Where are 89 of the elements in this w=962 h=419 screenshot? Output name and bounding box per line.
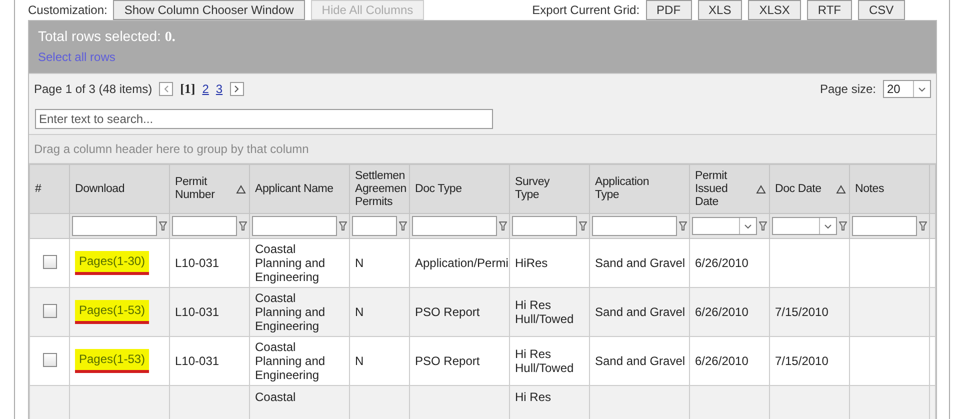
table-cell: 6/26/2010: [695, 256, 748, 270]
row-checkbox[interactable]: [42, 352, 56, 366]
filter-icon[interactable]: [159, 221, 167, 231]
filter-icon[interactable]: [839, 221, 847, 231]
row-checkbox[interactable]: [42, 254, 56, 268]
filter-icon[interactable]: [499, 221, 507, 231]
date-filter-field[interactable]: [692, 217, 757, 235]
filter-field[interactable]: [852, 216, 917, 236]
page-link[interactable]: 2: [202, 82, 209, 96]
filter-field[interactable]: [352, 216, 397, 236]
export-button[interactable]: XLS: [698, 0, 742, 20]
filter-icon[interactable]: [919, 221, 927, 231]
dropdown-caret-icon: [824, 224, 832, 228]
filter-icon[interactable]: [759, 221, 767, 231]
column-header[interactable]: Notes: [850, 164, 930, 214]
dropdown-caret-icon: [918, 86, 926, 92]
download-link[interactable]: Pages(1-53): [75, 349, 150, 373]
table-cell: Sand and Gravel: [595, 354, 686, 368]
filter-icon[interactable]: [239, 221, 247, 231]
table-cell: 6/26/2010: [695, 305, 748, 319]
column-header[interactable]: Doc Date: [770, 164, 850, 214]
row-checkbox[interactable]: [42, 304, 56, 318]
table-cell: Hi Res Hull/Towed: [515, 298, 574, 326]
table-cell: N: [355, 305, 364, 319]
column-header[interactable]: Survey Type: [510, 164, 590, 214]
table-cell: PSO Report: [415, 305, 480, 319]
export-button[interactable]: XLSX: [748, 0, 801, 20]
selection-count: Total rows selected: 0.: [38, 28, 176, 46]
page-size-select[interactable]: 20: [883, 80, 931, 98]
export-button[interactable]: PDF: [646, 0, 692, 20]
date-filter-field[interactable]: [772, 217, 837, 235]
previous-page-button[interactable]: [159, 82, 174, 96]
page-link[interactable]: [1]: [180, 81, 196, 97]
sort-ascending-icon[interactable]: [756, 184, 766, 194]
column-header[interactable]: Application Type: [590, 164, 690, 214]
page-size-label: Page size:: [820, 82, 876, 96]
page-link[interactable]: 3: [216, 82, 223, 96]
export-label: Export Current Grid:: [532, 3, 640, 17]
table-cell: Coastal Planning and Engineering: [255, 291, 326, 333]
table-cell: Coastal: [255, 390, 296, 404]
table-cell: Coastal Planning and Engineering: [255, 340, 326, 382]
export-button[interactable]: RTF: [806, 0, 852, 20]
table-cell: PSO Report: [415, 354, 480, 368]
table-cell: 7/15/2010: [775, 354, 828, 368]
table-cell: N: [355, 354, 364, 368]
search-field[interactable]: Enter text to search...: [35, 109, 493, 129]
group-panel: Drag a column header here to group by that column: [29, 134, 936, 164]
dropdown-caret-icon: [744, 224, 752, 228]
table-cell: 6/26/2010: [695, 354, 748, 368]
filter-field[interactable]: [72, 216, 157, 236]
table-cell: 7/15/2010: [775, 305, 828, 319]
column-header[interactable]: Permit Number: [170, 164, 250, 214]
sort-ascending-icon[interactable]: [236, 184, 246, 194]
export-button[interactable]: CSV: [858, 0, 905, 20]
filter-icon[interactable]: [399, 221, 407, 231]
table-cell: Hi Res: [515, 390, 552, 404]
filter-icon[interactable]: [339, 221, 347, 231]
table-cell: Hi Res Hull/Towed: [515, 347, 574, 375]
filter-icon[interactable]: [579, 221, 587, 231]
column-header[interactable]: Applicant Name: [250, 164, 350, 214]
filter-icon[interactable]: [679, 221, 687, 231]
column-header[interactable]: Doc Type: [410, 164, 510, 214]
table-cell: L10-031: [175, 354, 220, 368]
table-cell: L10-031: [175, 305, 220, 319]
toolbar-button[interactable]: Show Column Chooser Window: [113, 0, 305, 20]
table-cell: Application/Permi: [415, 256, 508, 270]
customization-label: Customization:: [28, 3, 108, 17]
filter-field[interactable]: [172, 216, 237, 236]
table-cell: HiRes: [515, 256, 548, 270]
filter-field[interactable]: [592, 216, 677, 236]
column-header[interactable]: Permit Issued Date: [690, 164, 770, 214]
table-cell: Coastal Planning and Engineering: [255, 242, 326, 284]
chevron-left-icon: [163, 85, 170, 93]
table-cell: Sand and Gravel: [595, 256, 686, 270]
filter-field[interactable]: [252, 216, 337, 236]
table-cell: L10-031: [175, 256, 220, 270]
download-link[interactable]: Pages(1-53): [75, 300, 150, 324]
table-cell: N: [355, 256, 364, 270]
column-header[interactable]: #: [30, 164, 70, 214]
filter-field[interactable]: [412, 216, 497, 236]
next-page-button[interactable]: [230, 82, 244, 96]
pager-summary: Page 1 of 3 (48 items): [34, 82, 152, 96]
column-header[interactable]: Settlemen Agreemen Permits: [350, 164, 410, 214]
chevron-right-icon: [234, 85, 240, 93]
download-link[interactable]: Pages(1-30): [75, 251, 150, 275]
sort-ascending-icon[interactable]: [836, 184, 846, 194]
filter-field[interactable]: [512, 216, 577, 236]
table-cell: Sand and Gravel: [595, 305, 686, 319]
column-header[interactable]: Download: [70, 164, 170, 214]
